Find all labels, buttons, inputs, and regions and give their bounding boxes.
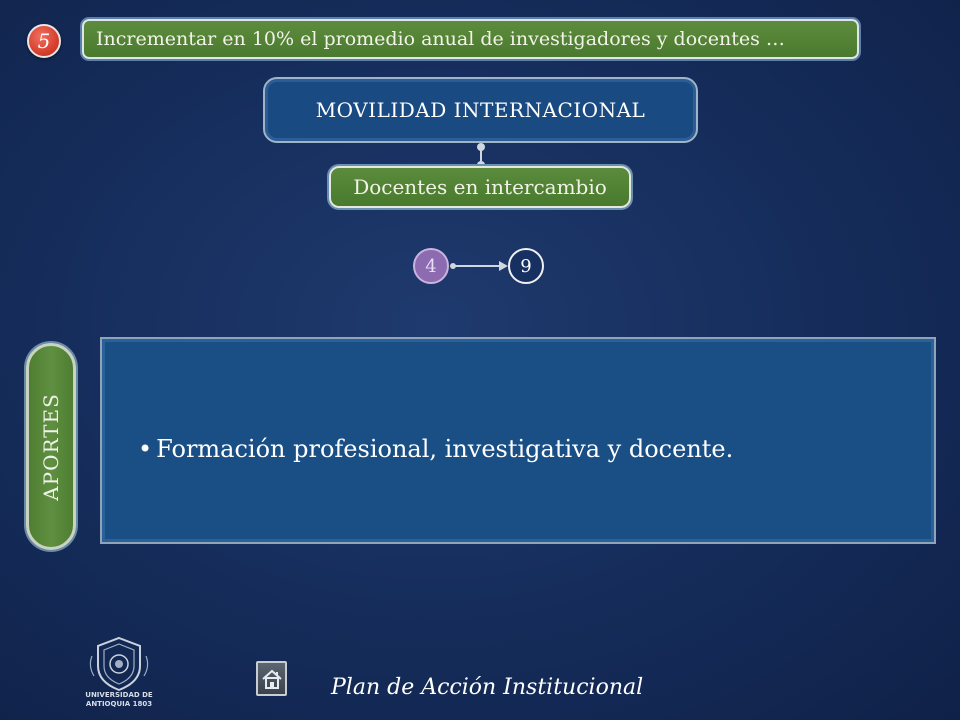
- home-button[interactable]: [256, 661, 287, 696]
- shield-logo-icon: [89, 636, 149, 692]
- sub-category-label: Docentes en intercambio: [353, 175, 607, 199]
- university-logo: UNIVERSIDAD DE ANTIOQUIA 1803: [85, 636, 153, 716]
- baseline-value-circle: 4: [413, 248, 449, 284]
- aportes-tab: APORTES: [26, 343, 76, 550]
- vertical-connector: [477, 143, 485, 169]
- arrow-right-icon: [450, 261, 508, 271]
- main-category-box: MOVILIDAD INTERNACIONAL: [263, 77, 698, 143]
- target-value: 9: [520, 255, 532, 277]
- main-category-label: MOVILIDAD INTERNACIONAL: [315, 98, 646, 122]
- university-name: UNIVERSIDAD DE ANTIOQUIA 1803: [85, 691, 153, 708]
- goal-number-badge: 5: [27, 24, 61, 58]
- bullet-icon: •: [138, 435, 153, 463]
- goal-title: Incrementar en 10% el promedio anual de …: [96, 28, 785, 50]
- aportes-content-box: • Formación profesional, investigativa y …: [100, 337, 936, 544]
- aportes-tab-label: APORTES: [39, 392, 63, 501]
- sub-category-box: Docentes en intercambio: [329, 166, 631, 208]
- target-value-circle: 9: [508, 248, 544, 284]
- goal-title-bar: Incrementar en 10% el promedio anual de …: [82, 19, 859, 59]
- home-icon: [261, 669, 282, 689]
- baseline-value: 4: [425, 255, 437, 277]
- goal-number: 5: [37, 29, 51, 53]
- list-item: • Formación profesional, investigativa y …: [138, 435, 733, 463]
- list-item-text: Formación profesional, investigativa y d…: [156, 435, 734, 463]
- footer-title: Plan de Acción Institucional: [331, 675, 644, 700]
